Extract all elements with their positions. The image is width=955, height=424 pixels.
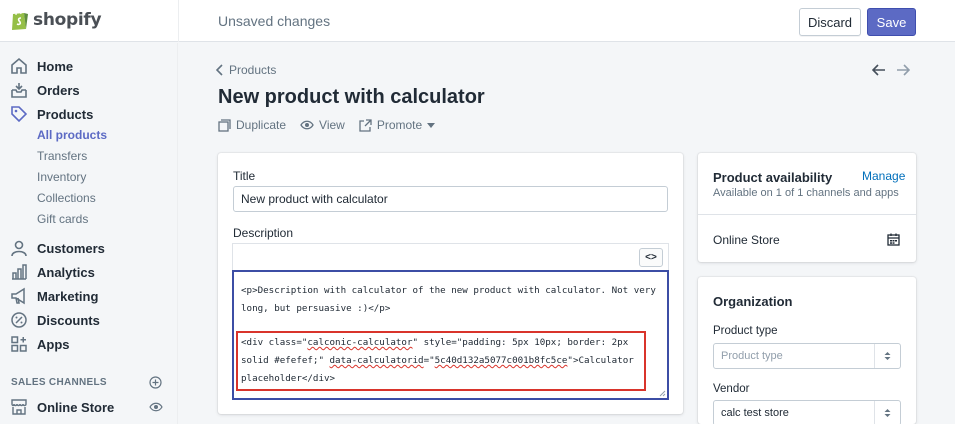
calendar-icon[interactable] [887, 233, 900, 246]
product-type-input[interactable]: Product type [713, 343, 901, 369]
resize-handle-icon[interactable] [659, 390, 666, 397]
sidebar-item-label: Apps [37, 336, 70, 352]
vendor-stepper[interactable] [874, 401, 900, 424]
html-toggle-button[interactable]: <> [639, 248, 663, 267]
sidebar-item-label: Marketing [37, 288, 99, 304]
channel-online-store: Online Store [713, 233, 780, 247]
code-segment: =" [423, 355, 435, 366]
sidebar-subitem-label: All products [37, 128, 108, 142]
description-label: Description [233, 226, 294, 240]
sidebar-item-label: Discounts [37, 312, 100, 328]
code-attr-name: data-calculatorid [329, 355, 424, 366]
sidebar-subitem-all-products[interactable]: All products [0, 125, 178, 145]
code-class-value: calconic-calculator [307, 337, 413, 348]
sidebar-subitem-inventory[interactable]: Inventory [0, 167, 178, 187]
arrow-left-icon[interactable] [872, 64, 886, 76]
page-title: New product with calculator [218, 86, 485, 108]
add-channel-icon[interactable] [149, 376, 162, 389]
vendor-input[interactable]: calc test store [713, 400, 901, 424]
sidebar: Home Orders Products All products Transf… [0, 43, 178, 424]
sidebar-subitem-label: Transfers [37, 149, 88, 163]
view-action[interactable]: View [300, 118, 345, 132]
eye-icon [300, 120, 314, 130]
title-input[interactable] [233, 186, 668, 212]
promote-label: Promote [376, 118, 423, 132]
external-link-icon [359, 118, 372, 132]
sidebar-item-label: Customers [37, 240, 105, 256]
select-arrows-icon [884, 352, 891, 360]
sidebar-item-orders[interactable]: Orders [0, 79, 178, 101]
tag-icon [11, 106, 28, 123]
sidebar-item-products[interactable]: Products [0, 103, 178, 125]
sidebar-item-discounts[interactable]: Discounts [0, 309, 178, 331]
code-segment: <div class=" [241, 337, 308, 348]
shopify-logo[interactable]: shopify [10, 9, 102, 31]
arrow-right-icon[interactable] [896, 64, 910, 76]
availability-title: Product availability [713, 170, 833, 185]
product-type-placeholder: Product type [721, 350, 783, 362]
product-type-label: Product type [713, 325, 778, 337]
orders-icon [11, 83, 27, 98]
sidebar-subitem-transfers[interactable]: Transfers [0, 146, 178, 166]
save-button[interactable]: Save [867, 8, 916, 36]
sidebar-subitem-label: Gift cards [37, 212, 89, 226]
apps-icon [11, 336, 27, 352]
sidebar-item-home[interactable]: Home [0, 55, 178, 77]
sidebar-subitem-label: Collections [37, 191, 96, 205]
sidebar-item-label: Home [37, 58, 74, 74]
top-bar: shopify Unsaved changes Discard Save [0, 0, 955, 42]
caret-down-icon [427, 122, 436, 128]
discount-icon [11, 312, 27, 328]
description-html-div: <div class="calconic-calculator" style="… [241, 334, 646, 388]
description-editor[interactable]: <p>Description with calculator of the ne… [232, 270, 669, 400]
sidebar-item-label: Online Store [37, 399, 115, 415]
home-icon [11, 57, 27, 74]
sidebar-item-label: Products [37, 106, 94, 122]
eye-icon[interactable] [149, 401, 163, 413]
product-type-stepper[interactable] [874, 344, 900, 368]
sidebar-item-customers[interactable]: Customers [0, 237, 178, 259]
breadcrumb[interactable]: Products [216, 63, 276, 77]
duplicate-action[interactable]: Duplicate [218, 118, 286, 132]
sidebar-subitem-gift-cards[interactable]: Gift cards [0, 209, 178, 229]
vendor-label: Vendor [713, 383, 750, 395]
organization-title: Organization [713, 294, 793, 309]
vendor-value: calc test store [721, 407, 789, 419]
discard-button[interactable]: Discard [799, 8, 861, 36]
pagination-arrows [872, 64, 910, 76]
megaphone-icon [11, 287, 25, 305]
sidebar-item-apps[interactable]: Apps [0, 333, 178, 355]
person-icon [11, 240, 27, 257]
breadcrumb-label: Products [229, 63, 277, 77]
sidebar-subitem-label: Inventory [37, 170, 87, 184]
manage-link[interactable]: Manage [862, 169, 905, 183]
bar-chart-icon [12, 264, 27, 280]
duplicate-label: Duplicate [236, 118, 287, 132]
description-html-paragraph: <p>Description with calculator of the ne… [241, 285, 656, 314]
availability-summary: Available on 1 of 1 channels and apps [713, 187, 899, 199]
select-arrows-icon [884, 409, 891, 417]
title-label: Title [233, 169, 256, 183]
availability-divider [698, 214, 916, 215]
sidebar-item-label: Analytics [37, 264, 95, 280]
sales-channels-heading: SALES CHANNELS [11, 377, 107, 388]
topbar-divider [178, 0, 179, 42]
page-actions: Duplicate View Promote [218, 118, 449, 132]
editor-toolbar [232, 243, 669, 270]
chevron-left-icon [216, 64, 223, 76]
sidebar-item-marketing[interactable]: Marketing [0, 285, 178, 307]
sidebar-item-analytics[interactable]: Analytics [0, 261, 178, 283]
logo-text: shopify [33, 10, 102, 30]
unsaved-changes-label: Unsaved changes [218, 13, 331, 29]
shopify-bag-icon [12, 10, 28, 30]
view-label: View [319, 118, 345, 132]
duplicate-icon [218, 118, 231, 132]
promote-action[interactable]: Promote [359, 118, 436, 132]
store-icon [11, 399, 27, 415]
sidebar-subitem-collections[interactable]: Collections [0, 188, 178, 208]
code-calc-id: 5c40d132a5077c001b8fc5ce [434, 355, 568, 366]
sidebar-item-label: Orders [37, 82, 80, 98]
